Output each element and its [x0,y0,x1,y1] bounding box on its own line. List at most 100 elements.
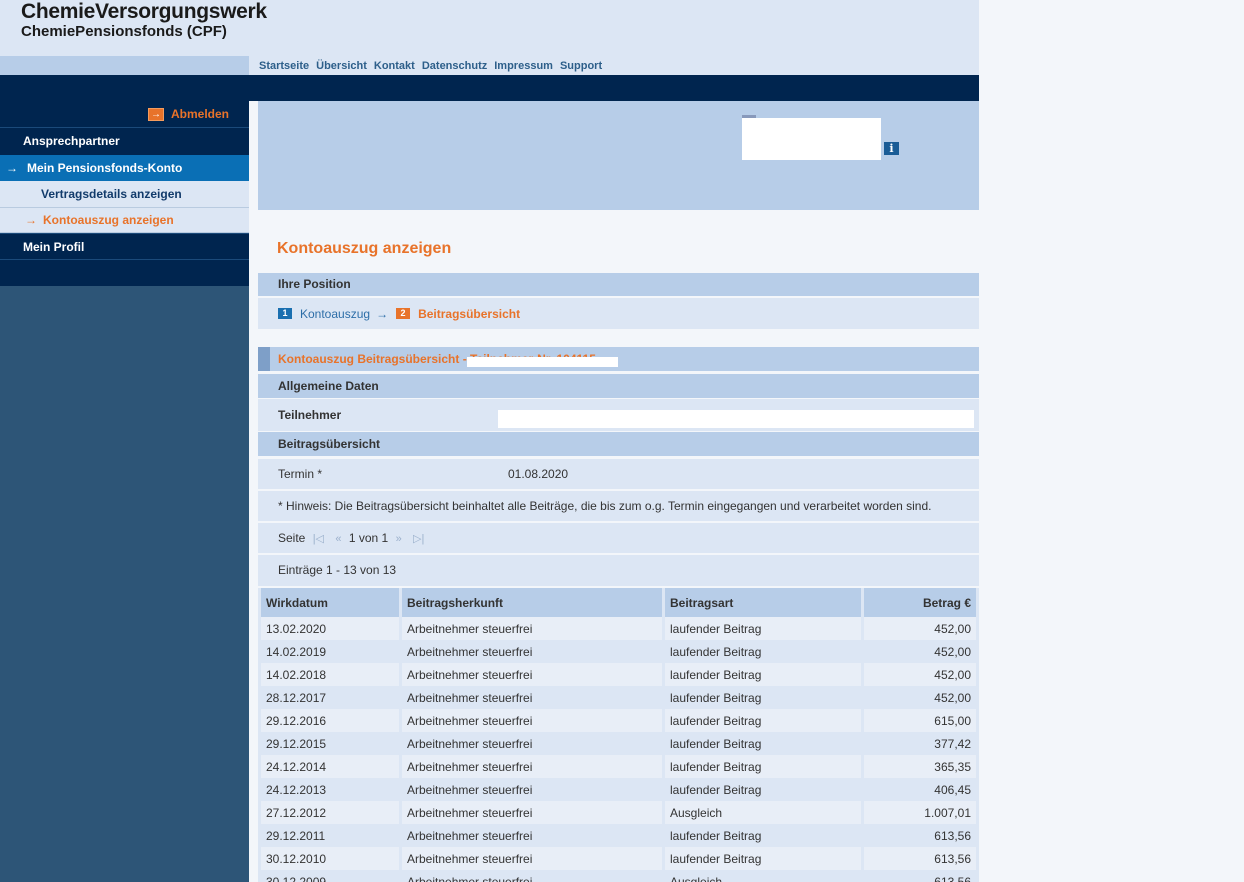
nav-kontakt[interactable]: Kontakt [374,60,415,72]
participant-value-box [498,410,974,428]
table-row: 13.02.2020 Arbeitnehmer steuerfrei laufe… [261,617,976,640]
cell-art: laufender Beitrag [665,732,861,755]
sidebar-item-kontoauszug[interactable]: → Kontoauszug anzeigen [0,208,249,233]
pager-label: Seite [278,531,306,545]
nav-support[interactable]: Support [560,60,602,72]
arrow-right-icon: → [25,213,37,227]
table-row: 14.02.2018 Arbeitnehmer steuerfrei laufe… [261,663,976,686]
cell-herkunft: Arbeitnehmer steuerfrei [402,663,662,686]
entries-text: Einträge 1 - 13 von 13 [278,563,397,577]
page-title: Kontoauszug anzeigen [277,240,452,257]
col-header-wirkdatum[interactable]: Wirkdatum [261,588,399,617]
breadcrumb: 1 Kontoauszug → 2 Beitragsübersicht [258,298,979,329]
cell-wirkdatum: 28.12.2017 [261,686,399,709]
position-label: Ihre Position [278,277,351,291]
table-row: 24.12.2013 Arbeitnehmer steuerfrei laufe… [261,778,976,801]
contrib-label: Beitragsübersicht [278,437,381,451]
prev-page-icon[interactable]: « [335,533,341,545]
table-row: 29.12.2011 Arbeitnehmer steuerfrei laufe… [261,824,976,847]
table-row: 14.02.2019 Arbeitnehmer steuerfrei laufe… [261,640,976,663]
sidebar-item-ansprechpartner[interactable]: Ansprechpartner [0,127,249,154]
general-data-header: Allgemeine Daten [258,374,979,398]
nav-datenschutz[interactable]: Datenschutz [422,60,487,72]
step-number-2: 2 [396,308,411,319]
cell-betrag: 452,00 [864,663,976,686]
cell-betrag: 613,56 [864,870,976,882]
cell-herkunft: Arbeitnehmer steuerfrei [402,801,662,824]
cell-betrag: 377,42 [864,732,976,755]
first-page-icon[interactable]: |◁ [313,533,324,545]
logout-button[interactable]: → Abmelden [147,107,229,121]
cell-wirkdatum: 29.12.2015 [261,732,399,755]
cell-art: laufender Beitrag [665,778,861,801]
topnav-spacer [0,56,249,75]
cell-wirkdatum: 29.12.2016 [261,709,399,732]
nav-startseite[interactable]: Startseite [259,60,309,72]
table-row: 24.12.2014 Arbeitnehmer steuerfrei laufe… [261,755,976,778]
col-header-art[interactable]: Beitragsart [665,588,861,617]
nav-impressum[interactable]: Impressum [494,60,553,72]
page: ChemieVersorgungswerk ChemiePensionsfond… [0,0,979,882]
cell-herkunft: Arbeitnehmer steuerfrei [402,824,662,847]
breadcrumb-kontoauszug[interactable]: Kontoauszug [300,307,370,321]
cell-wirkdatum: 14.02.2018 [261,663,399,686]
breadcrumb-beitragsuebersicht: Beitragsübersicht [418,306,521,321]
cell-wirkdatum: 24.12.2013 [261,778,399,801]
contrib-table: Wirkdatum Beitragsherkunft Beitragsart B… [258,588,979,882]
table-row: 29.12.2016 Arbeitnehmer steuerfrei laufe… [261,709,976,732]
termin-value: 01.08.2020 [508,467,569,481]
top-navigation: Startseite Übersicht Kontakt Datenschutz… [249,56,979,75]
next-page-icon[interactable]: » [396,533,402,545]
cell-art: laufender Beitrag [665,640,861,663]
general-data-label: Allgemeine Daten [278,379,379,393]
sidebar-item-mein-profil[interactable]: Mein Profil [0,233,249,260]
brand-subtitle: ChemiePensionsfonds (CPF) [21,23,227,40]
cell-art: laufender Beitrag [665,755,861,778]
note-text: * Hinweis: Die Beitragsübersicht beinhal… [278,499,932,513]
cell-betrag: 452,00 [864,640,976,663]
sidebar-item-pensionsfonds-konto[interactable]: → Mein Pensionsfonds-Konto [0,155,249,181]
header-bar [0,75,979,101]
sidebar-menu: → Abmelden Ansprechpartner → Mein Pension… [0,101,249,286]
user-info-box [742,118,881,160]
cell-betrag: 1.007,01 [864,801,976,824]
info-icon[interactable]: i [884,142,899,155]
cell-betrag: 406,45 [864,778,976,801]
cell-wirkdatum: 30.12.2010 [261,847,399,870]
col-header-herkunft[interactable]: Beitragsherkunft [402,588,662,617]
cell-betrag: 613,56 [864,847,976,870]
nav-uebersicht[interactable]: Übersicht [316,60,367,72]
step-number-1: 1 [278,308,292,319]
sidebar-item-vertragsdetails[interactable]: Vertragsdetails anzeigen [0,181,249,208]
table-row: 28.12.2017 Arbeitnehmer steuerfrei laufe… [261,686,976,709]
sidebar-item-label: Ansprechpartner [23,134,120,148]
cell-betrag: 452,00 [864,686,976,709]
sidebar-item-label: Vertragsdetails anzeigen [41,187,182,201]
arrow-right-icon: → [147,107,164,121]
position-header: Ihre Position [258,273,979,296]
cell-wirkdatum: 24.12.2014 [261,755,399,778]
redaction-box [467,357,618,367]
cell-art: laufender Beitrag [665,686,861,709]
cell-herkunft: Arbeitnehmer steuerfrei [402,640,662,663]
cell-herkunft: Arbeitnehmer steuerfrei [402,709,662,732]
logout-label: Abmelden [170,107,229,121]
section-title: Kontoauszug Beitragsübersicht - Teilnehm… [258,347,979,371]
brand-title: ChemieVersorgungswerk [21,0,267,23]
termin-row: Termin * 01.08.2020 [258,459,979,489]
cell-herkunft: Arbeitnehmer steuerfrei [402,847,662,870]
last-page-icon[interactable]: ▷| [413,533,424,545]
col-header-betrag[interactable]: Betrag € [864,588,976,617]
cell-betrag: 365,35 [864,755,976,778]
sidebar-item-label: Mein Pensionsfonds-Konto [27,161,183,175]
cell-betrag: 452,00 [864,617,976,640]
cell-art: Ausgleich [665,801,861,824]
cell-herkunft: Arbeitnehmer steuerfrei [402,778,662,801]
header: ChemieVersorgungswerk ChemiePensionsfond… [0,0,979,56]
cell-wirkdatum: 27.12.2012 [261,801,399,824]
cell-wirkdatum: 14.02.2019 [261,640,399,663]
cell-herkunft: Arbeitnehmer steuerfrei [402,686,662,709]
table-row: 27.12.2012 Arbeitnehmer steuerfrei Ausgl… [261,801,976,824]
cell-art: laufender Beitrag [665,847,861,870]
table-header-row: Wirkdatum Beitragsherkunft Beitragsart B… [261,588,976,617]
